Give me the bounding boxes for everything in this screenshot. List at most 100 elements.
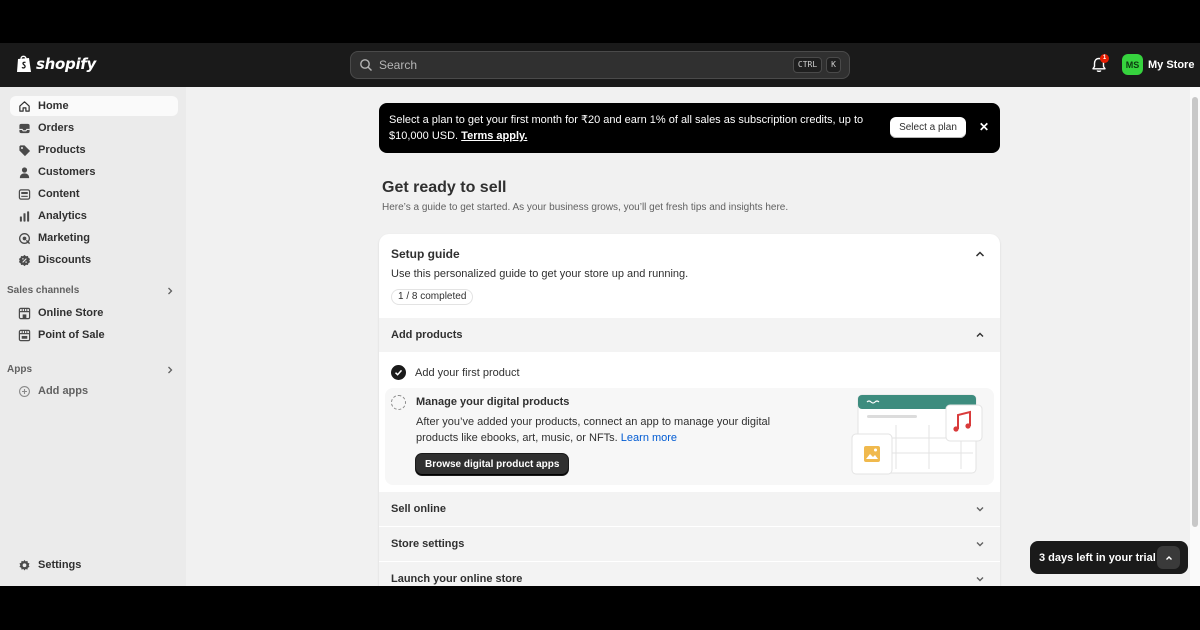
chevron-down-icon [976,507,984,512]
search-placeholder: Search [379,58,418,72]
chevron-right-icon[interactable] [165,365,175,375]
storefront-icon [18,307,31,319]
section-label: Add products [391,329,463,341]
target-icon [19,232,31,244]
sidebar-item-customers[interactable]: Customers [10,162,178,182]
task-description-text: After you’ve added your products, connec… [416,416,771,444]
home-icon [19,100,30,112]
sidebar-item-discounts[interactable]: Discounts [10,250,178,270]
letterbox-top [0,0,1200,43]
content-icon [18,188,31,200]
chevron-up-icon [1165,555,1172,560]
search-bar[interactable]: Search CTRL K [350,51,850,79]
task-description: After you’ve added your products, connec… [416,414,786,446]
sidebar-item-analytics[interactable]: Analytics [10,206,178,226]
bar-chart-icon [19,210,30,222]
sidebar-item-orders[interactable]: Orders [10,118,178,138]
app-body: Home Orders Products Customers Content A… [0,87,1200,586]
setup-guide-card: Setup guide Use this personalized guide … [379,234,1000,586]
brand-name: shopify [36,54,96,73]
sidebar-item-label: Customers [38,166,96,178]
trial-banner[interactable]: 3 days left in your trial [1030,541,1188,574]
add-circle-icon [19,385,30,397]
sidebar-item-content[interactable]: Content [10,184,178,204]
page-subtitle: Here’s a guide to get started. As your b… [382,202,789,213]
task-add-first-product[interactable]: Add your first product [391,365,520,380]
sidebar-item-label: Add apps [38,385,89,397]
pos-icon [18,329,31,341]
shopping-bag-icon [17,55,31,72]
shortcut-key-k: K [826,57,841,73]
trial-expand-button[interactable] [1157,546,1180,569]
person-icon [19,166,30,178]
task-label: Add your first product [415,366,520,379]
apps-label: Apps [7,364,32,375]
sidebar-item-home[interactable]: Home [10,96,178,116]
sidebar-item-add-apps[interactable]: Add apps [10,381,178,401]
browse-digital-apps-button[interactable]: Browse digital product apps [416,454,569,475]
sidebar-item-label: Content [38,188,80,200]
sidebar-item-label: Home [38,100,69,112]
sidebar-item-marketing[interactable]: Marketing [10,228,178,248]
store-name: My Store [1148,58,1195,71]
sidebar: Home Orders Products Customers Content A… [0,87,186,586]
section-launch-online-store[interactable]: Launch your online store [379,562,1000,586]
sidebar-item-label: Online Store [38,307,104,319]
sidebar-item-label: Point of Sale [38,329,105,341]
tag-icon [19,144,31,156]
trial-label: 3 days left in your trial [1039,551,1156,564]
chevron-up-icon [976,332,984,337]
sidebar-item-point-of-sale[interactable]: Point of Sale [10,325,178,345]
sidebar-item-products[interactable]: Products [10,140,178,160]
chevron-right-icon[interactable] [165,286,175,296]
letterbox-bottom [0,586,1200,630]
top-bar: shopify Search CTRL K 1 MS My Store [0,43,1200,87]
section-label: Sell online [391,503,447,515]
page-title: Get ready to sell [382,179,507,196]
scrollbar[interactable] [1190,87,1200,586]
sidebar-item-settings[interactable]: Settings [10,555,178,575]
search-icon [360,59,372,71]
plan-banner: Select a plan to get your first month fo… [379,103,1000,153]
sales-channels-header[interactable]: Sales channels [7,285,175,296]
sidebar-item-online-store[interactable]: Online Store [10,303,178,323]
sidebar-item-label: Discounts [38,254,92,266]
section-store-settings[interactable]: Store settings [379,527,1000,561]
avatar: MS [1122,54,1143,75]
inbox-icon [19,123,30,133]
shortcut-key-ctrl: CTRL [792,57,823,73]
incomplete-circle-icon[interactable] [391,395,406,410]
search-shortcut: CTRL K [792,57,841,73]
digital-products-illustration [851,394,983,475]
discount-icon [18,254,31,266]
section-add-products[interactable]: Add products [379,318,1000,352]
task-manage-digital-products: Manage your digital products After you’v… [385,388,994,485]
select-plan-button[interactable]: Select a plan [890,117,966,138]
apps-header[interactable]: Apps [7,364,175,375]
setup-guide-title: Setup guide [391,247,460,261]
chevron-down-icon [976,577,984,582]
scrollbar-thumb[interactable] [1192,97,1198,527]
section-label: Store settings [391,538,465,550]
terms-link[interactable]: Terms apply. [461,130,527,142]
chevron-down-icon [976,542,984,547]
sidebar-item-label: Analytics [38,210,87,222]
setup-guide-description: Use this personalized guide to get your … [391,268,689,280]
section-sell-online[interactable]: Sell online [379,492,1000,526]
shopify-logo[interactable]: shopify [16,54,96,73]
close-icon[interactable]: ✕ [977,120,991,134]
gear-icon [19,559,30,571]
sidebar-item-label: Settings [38,559,82,571]
notification-badge: 1 [1100,54,1109,63]
learn-more-link[interactable]: Learn more [621,432,677,444]
sales-channels-label: Sales channels [7,285,80,296]
sidebar-item-label: Products [38,144,86,156]
sidebar-item-label: Marketing [38,232,90,244]
banner-message: Select a plan to get your first month fo… [389,112,869,144]
sidebar-item-label: Orders [38,122,75,134]
progress-badge: 1 / 8 completed [391,289,474,305]
chevron-up-icon[interactable] [974,248,986,260]
section-label: Launch your online store [391,573,523,585]
store-menu[interactable]: MS My Store [1122,54,1194,75]
task-title: Manage your digital products [416,396,570,408]
